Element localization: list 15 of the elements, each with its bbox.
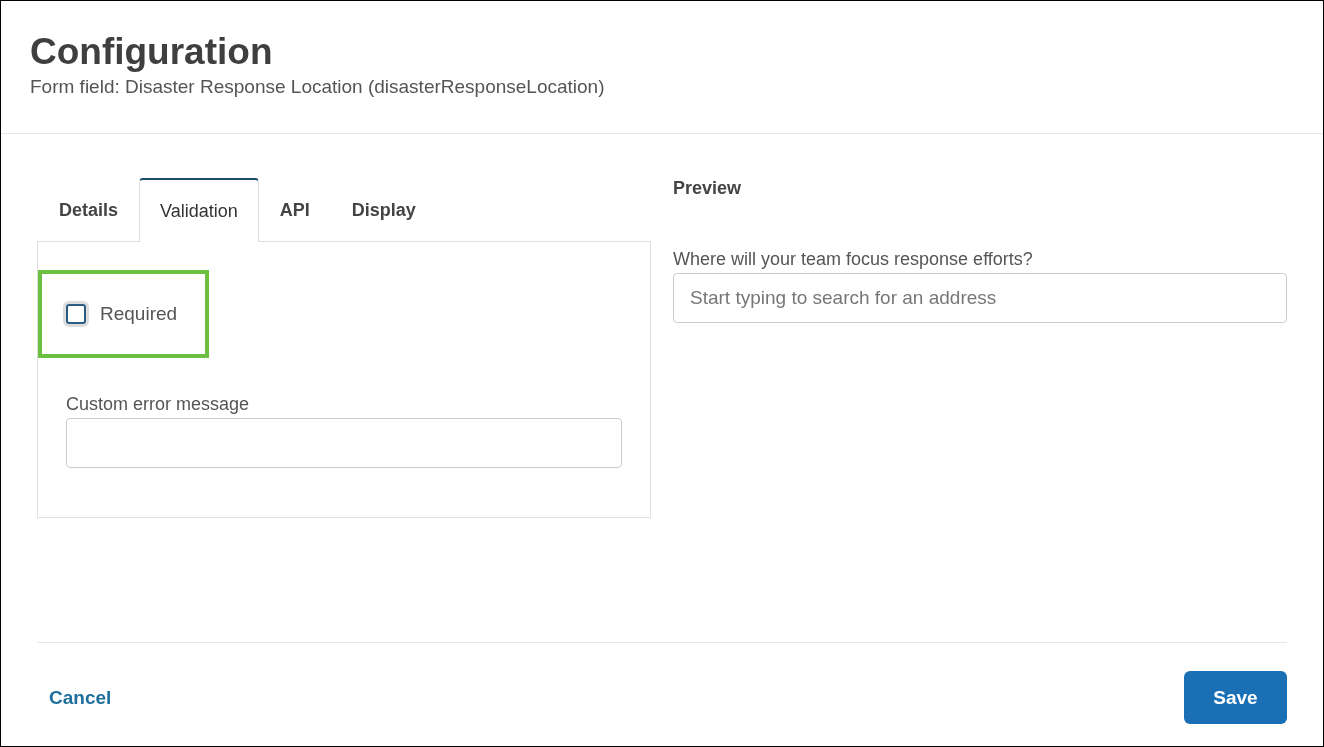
required-label: Required xyxy=(100,303,178,325)
error-message-input[interactable] xyxy=(66,418,622,468)
address-search-input[interactable]: Start typing to search for an address xyxy=(673,273,1287,323)
tab[interactable]: Details xyxy=(38,178,140,242)
page-subtitle: Form field: Disaster Response Location (disasterResponseLocation) xyxy=(30,76,606,98)
field-label: Where will your team focus response efforts? xyxy=(673,249,1034,270)
required-checkbox[interactable] xyxy=(66,304,86,324)
tab[interactable]: Validation xyxy=(139,178,259,242)
tab[interactable]: API xyxy=(258,178,331,242)
save-button[interactable]: Save xyxy=(1184,671,1287,724)
field-label: Custom error message xyxy=(66,394,251,415)
preview-title: Preview xyxy=(673,178,743,199)
cancel-link[interactable]: Cancel xyxy=(49,686,112,709)
tab[interactable]: Display xyxy=(330,178,437,242)
page-title: Configuration xyxy=(30,31,274,73)
